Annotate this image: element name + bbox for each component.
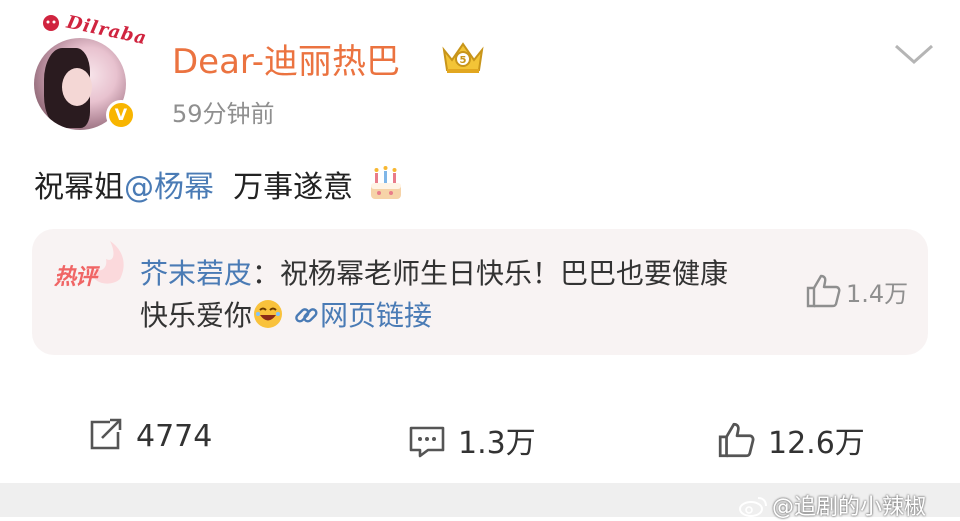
avatar-character-icon <box>43 15 59 31</box>
web-link[interactable]: 网页链接 <box>320 299 432 332</box>
weibo-logo-icon <box>739 497 767 517</box>
comment-button[interactable]: 1.3万 <box>408 418 536 462</box>
avatar-face <box>62 68 92 106</box>
hot-comment-box[interactable]: 热评 芥末菪皮：祝杨幂老师生日快乐！巴巴也要健康快乐爱你 网页链接 1.4万 <box>32 229 928 355</box>
content-prefix: 祝幂姐 <box>34 170 124 205</box>
post-content: 祝幂姐@杨幂 万事遂意 <box>34 162 405 206</box>
hot-comment-text: 芥末菪皮：祝杨幂老师生日快乐！巴巴也要健康快乐爱你 网页链接 <box>140 253 750 337</box>
verified-v-icon: V <box>106 100 136 130</box>
watermark: @追剧的小辣椒 <box>738 489 926 521</box>
repost-count: 4774 <box>136 419 213 454</box>
comment-icon <box>409 426 445 458</box>
thumbs-up-icon <box>718 422 755 458</box>
birthday-cake-emoji <box>370 166 401 199</box>
like-count: 12.6万 <box>768 426 865 461</box>
username[interactable]: Dear-迪丽热巴 <box>172 34 400 83</box>
hot-comment-like-count: 1.4万 <box>846 280 909 308</box>
hot-comment-like-button[interactable]: 1.4万 <box>804 273 908 309</box>
hot-comment-badge: 热评 <box>54 265 97 290</box>
thumbs-up-icon <box>806 274 841 308</box>
chevron-down-icon[interactable] <box>892 40 936 68</box>
comment-count: 1.3万 <box>458 426 536 461</box>
avatar-badge-text: Dilraba <box>64 11 149 50</box>
avatar-overlay: Dilraba <box>43 12 164 58</box>
weibo-post-card: Dilraba V Dear-迪丽热巴 5 59分钟前 祝幂姐@杨幂 万事遂意 <box>0 0 960 480</box>
repost-button[interactable]: 4774 <box>88 418 212 454</box>
mention-link[interactable]: @杨幂 <box>124 170 214 205</box>
post-timestamp: 59分钟前 <box>172 100 275 128</box>
svg-text:5: 5 <box>460 55 467 66</box>
avatar-container[interactable]: Dilraba V <box>34 12 149 138</box>
laughing-emoji <box>254 300 283 328</box>
repost-icon <box>90 418 122 450</box>
content-suffix: 万事遂意 <box>233 170 354 205</box>
watermark-text: @追剧的小辣椒 <box>772 495 927 520</box>
like-button[interactable]: 12.6万 <box>716 418 865 462</box>
hot-comment-user[interactable]: 芥末菪皮 <box>140 257 252 290</box>
link-icon <box>295 308 318 323</box>
crown-icon[interactable]: 5 <box>440 38 486 76</box>
